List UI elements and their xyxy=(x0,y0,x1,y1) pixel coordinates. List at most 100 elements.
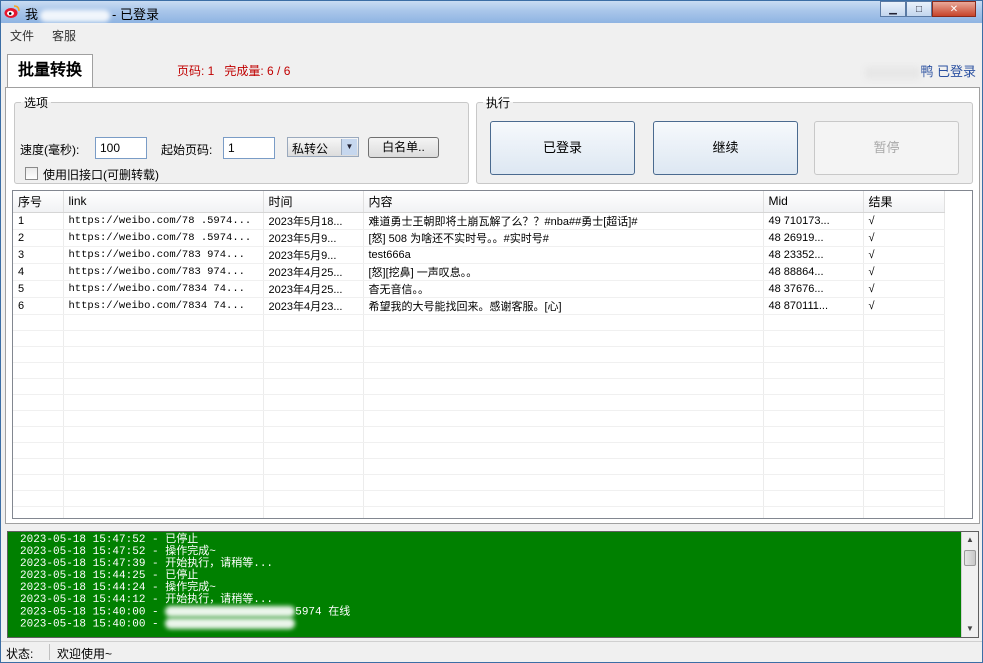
log-panel[interactable]: 2023-05-18 15:47:52 - 已停止 2023-05-18 15:4… xyxy=(7,531,979,638)
empty-cell xyxy=(13,442,64,459)
empty-cell xyxy=(63,362,264,379)
legacy-api-checkbox[interactable] xyxy=(25,167,38,180)
whitelist-button[interactable]: 白名单.. xyxy=(368,137,439,158)
log-line: 2023-05-18 15:47:39 - 开始执行，请稍等... xyxy=(20,558,274,570)
continue-button[interactable]: 继续 xyxy=(653,121,798,175)
maximize-button[interactable]: □ xyxy=(906,1,932,17)
title-bar[interactable]: 我 - 已登录 ▁ □ ✕ xyxy=(1,1,982,23)
window-title-prefix: 我 xyxy=(25,7,39,22)
empty-row xyxy=(13,442,945,459)
menu-file[interactable]: 文件 xyxy=(1,25,43,45)
empty-cell xyxy=(13,410,64,427)
empty-cell xyxy=(363,394,764,411)
cell-index: 4 xyxy=(13,263,64,281)
empty-cell xyxy=(863,346,945,363)
col-header-result[interactable]: 结果 xyxy=(863,191,945,213)
col-header-time[interactable]: 时间 xyxy=(263,191,364,213)
empty-cell xyxy=(63,474,264,491)
execute-legend: 执行 xyxy=(486,96,511,110)
empty-cell xyxy=(763,442,864,459)
close-button[interactable]: ✕ xyxy=(932,1,976,17)
table-row[interactable]: 5 https://weibo.com/7834 74... 2023年4月25..… xyxy=(13,280,945,298)
cell-mid: 48 23352... xyxy=(763,246,864,264)
empty-cell xyxy=(263,458,364,475)
col-header-index[interactable]: 序号 xyxy=(13,191,64,213)
cell-content: test666a xyxy=(363,246,764,264)
empty-cell xyxy=(63,426,264,443)
status-divider xyxy=(49,644,50,660)
col-header-content[interactable]: 内容 xyxy=(363,191,764,213)
empty-cell xyxy=(263,410,364,427)
scroll-up-icon[interactable]: ▲ xyxy=(962,532,978,548)
cell-time: 2023年5月9... xyxy=(263,229,364,247)
minimize-button[interactable]: ▁ xyxy=(880,1,906,17)
legacy-api-label: 使用旧接口(可删转载) xyxy=(43,168,159,182)
empty-cell xyxy=(63,378,264,395)
pause-button[interactable]: 暂停 xyxy=(814,121,959,175)
empty-row xyxy=(13,410,945,427)
empty-cell xyxy=(863,362,945,379)
empty-cell xyxy=(763,426,864,443)
tab-batch-convert[interactable]: 批量转换 xyxy=(7,54,93,88)
empty-cell xyxy=(13,474,64,491)
empty-cell xyxy=(363,490,764,507)
cell-index: 2 xyxy=(13,229,64,247)
mode-select[interactable]: 私转公 ▼ xyxy=(287,137,359,157)
cell-link: https://weibo.com/7834 74... xyxy=(63,297,264,315)
col-header-mid[interactable]: Mid xyxy=(763,191,864,213)
empty-cell xyxy=(263,490,364,507)
empty-cell xyxy=(763,346,864,363)
log-line-prefix: 2023-05-18 15:40:00 - xyxy=(20,606,166,619)
empty-row xyxy=(13,314,945,331)
empty-row xyxy=(13,506,945,518)
col-header-link[interactable]: link xyxy=(63,191,264,213)
login-button[interactable]: 已登录 xyxy=(490,121,635,175)
table-row[interactable]: 3 https://weibo.com/783 974... 2023年5月9...… xyxy=(13,246,945,264)
empty-cell xyxy=(263,474,364,491)
menu-support[interactable]: 客服 xyxy=(43,25,85,45)
empty-cell xyxy=(63,314,264,331)
cell-link: https://weibo.com/78 .5974... xyxy=(63,212,264,230)
empty-cell xyxy=(863,394,945,411)
table-row[interactable]: 1 https://weibo.com/78 .5974... 2023年5月18.… xyxy=(13,212,945,230)
empty-row xyxy=(13,378,945,395)
speed-input[interactable] xyxy=(95,137,147,159)
tab-strip: 批量转换 页码: 1 完成量: 6 / 6 鸭 已登录 xyxy=(5,51,978,88)
table-row[interactable]: 4 https://weibo.com/783 974... 2023年4月25..… xyxy=(13,263,945,281)
status-label: 状态: xyxy=(6,647,34,661)
results-table[interactable]: 序号 link 时间 内容 Mid 结果 1 https://weibo.com/… xyxy=(12,190,973,519)
cell-result: √ xyxy=(863,280,945,298)
start-page-input[interactable] xyxy=(223,137,275,159)
cell-index: 6 xyxy=(13,297,64,315)
progress-info: 页码: 1 完成量: 6 / 6 xyxy=(177,62,290,79)
empty-cell xyxy=(363,362,764,379)
empty-cell xyxy=(263,330,364,347)
empty-row xyxy=(13,346,945,363)
empty-cell xyxy=(263,346,364,363)
empty-cell xyxy=(263,506,364,518)
cell-time: 2023年5月18... xyxy=(263,212,364,230)
scroll-thumb[interactable] xyxy=(964,550,976,566)
empty-cell xyxy=(63,410,264,427)
mode-select-value: 私转公 xyxy=(292,142,329,156)
empty-cell xyxy=(363,314,764,331)
empty-cell xyxy=(763,394,864,411)
execute-group: 执行 已登录 继续 暂停 xyxy=(476,94,973,184)
cell-result: √ xyxy=(863,229,945,247)
empty-row xyxy=(13,394,945,411)
window-title-suffix: - 已登录 xyxy=(112,7,159,22)
empty-cell xyxy=(863,426,945,443)
scroll-down-icon[interactable]: ▼ xyxy=(962,621,978,637)
table-row[interactable]: 6 https://weibo.com/7834 74... 2023年4月23..… xyxy=(13,297,945,315)
empty-cell xyxy=(863,378,945,395)
log-line-suffix: 5974 在线 xyxy=(295,606,351,619)
cell-result: √ xyxy=(863,297,945,315)
table-row[interactable]: 2 https://weibo.com/78 .5974... 2023年5月9..… xyxy=(13,229,945,247)
empty-row xyxy=(13,458,945,475)
log-scrollbar[interactable]: ▲ ▼ xyxy=(961,532,978,637)
cell-result: √ xyxy=(863,246,945,264)
cell-time: 2023年4月23... xyxy=(263,297,364,315)
empty-cell xyxy=(763,506,864,518)
menu-bar: 文件 客服 xyxy=(1,25,982,45)
redacted-blur xyxy=(165,618,296,630)
